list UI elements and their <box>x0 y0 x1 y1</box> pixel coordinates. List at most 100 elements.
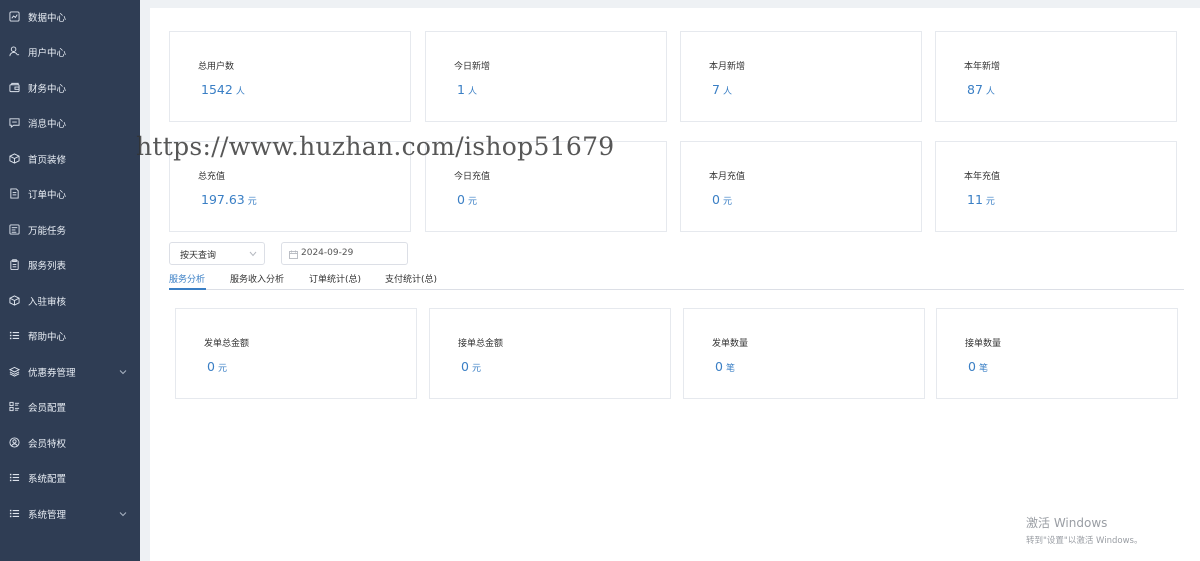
list-icon <box>9 508 20 519</box>
stat-value-group: 0笔 <box>715 356 735 375</box>
stat-title: 本月充值 <box>709 172 746 182</box>
chevron-down-icon[interactable] <box>119 510 127 518</box>
box-icon <box>9 153 20 164</box>
sidebar-item-label: 入驻审核 <box>28 297 67 308</box>
stat-title: 接单总金额 <box>458 339 504 349</box>
tab-payment-statistics[interactable]: 支付统计(总) <box>385 272 437 285</box>
stat-title: 今日新增 <box>454 62 491 72</box>
sidebar-item-label: 用户中心 <box>28 48 67 59</box>
user-icon <box>9 46 20 57</box>
stat-value-group: 7人 <box>712 79 732 98</box>
stat-value: 1 <box>457 82 465 97</box>
grid-list-icon <box>9 401 20 412</box>
sidebar-item-label: 会员特权 <box>28 439 67 450</box>
stat-card-today-recharge: 今日充值 0元 <box>425 141 667 232</box>
analysis-tabs: 服务分析 服务收入分析 订单统计(总) 支付统计(总) <box>169 268 1184 290</box>
stat-unit: 笔 <box>978 364 988 374</box>
stat-card-accepted-amount: 接单总金额 0元 <box>429 308 671 399</box>
stat-value-group: 1人 <box>457 79 477 98</box>
stat-value-group: 197.63 元 <box>201 189 257 208</box>
active-tab-indicator <box>169 288 206 290</box>
stat-card-total-recharge: 总充值 197.63 元 <box>169 141 411 232</box>
layers-icon <box>9 366 20 377</box>
stat-card-posted-count: 发单数量 0笔 <box>683 308 925 399</box>
sidebar-item-help-center[interactable]: 帮助中心 <box>0 321 140 351</box>
date-value: 2024-09-29 <box>301 248 354 258</box>
stat-value-group: 1542 人 <box>201 79 245 98</box>
sidebar-item-user-center[interactable]: 用户中心 <box>0 37 140 67</box>
sidebar-item-message-center[interactable]: 消息中心 <box>0 108 140 138</box>
stat-unit: 人 <box>235 87 245 97</box>
task-icon <box>9 224 20 235</box>
sidebar-item-system-management[interactable]: 系统管理 <box>0 499 140 529</box>
sidebar-item-member-config[interactable]: 会员配置 <box>0 392 140 422</box>
sidebar-item-label: 订单中心 <box>28 190 67 201</box>
stat-title: 今日充值 <box>454 172 491 182</box>
stat-title: 本月新增 <box>709 62 746 72</box>
stat-card-today-new-users: 今日新增 1人 <box>425 31 667 122</box>
stat-title: 本年充值 <box>964 172 1001 182</box>
stat-title: 本年新增 <box>964 62 1001 72</box>
stat-unit: 笔 <box>725 364 735 374</box>
sidebar-item-finance-center[interactable]: 财务中心 <box>0 73 140 103</box>
stat-value-group: 11 元 <box>967 189 995 208</box>
activation-hint: 转到"设置"以激活 Windows。 <box>1026 536 1143 546</box>
sidebar-item-label: 数据中心 <box>28 13 67 24</box>
stat-unit: 人 <box>985 87 995 97</box>
wallet-icon <box>9 82 20 93</box>
sidebar-item-universal-task[interactable]: 万能任务 <box>0 215 140 245</box>
stat-card-accepted-count: 接单数量 0笔 <box>936 308 1178 399</box>
sidebar-item-data-center[interactable]: 数据中心 <box>0 2 140 32</box>
query-mode-value: 按天查询 <box>180 251 217 261</box>
stat-title: 发单数量 <box>712 339 749 349</box>
chevron-down-icon[interactable] <box>119 368 127 376</box>
user-circle-icon <box>9 437 20 448</box>
stat-value: 7 <box>712 82 720 97</box>
stat-value: 1542 <box>201 82 233 97</box>
query-mode-select[interactable]: 按天查询 <box>169 242 265 265</box>
sidebar-item-service-list[interactable]: 服务列表 <box>0 250 140 280</box>
sidebar-item-system-config[interactable]: 系统配置 <box>0 463 140 493</box>
message-icon <box>9 117 20 128</box>
tab-service-analysis[interactable]: 服务分析 <box>169 272 205 285</box>
sidebar-item-onboarding-review[interactable]: 入驻审核 <box>0 286 140 316</box>
sidebar-item-label: 系统管理 <box>28 510 67 521</box>
stat-card-total-users: 总用户数 1542 人 <box>169 31 411 122</box>
stat-unit: 元 <box>247 197 257 207</box>
stat-title: 发单总金额 <box>204 339 250 349</box>
list-icon <box>9 330 20 341</box>
chart-icon <box>9 11 20 22</box>
stat-title: 总用户数 <box>198 62 235 72</box>
stat-unit: 元 <box>471 364 481 374</box>
stat-title: 总充值 <box>198 172 226 182</box>
date-picker[interactable]: 2024-09-29 <box>281 242 408 265</box>
sidebar-item-label: 帮助中心 <box>28 332 67 343</box>
cube-icon <box>9 295 20 306</box>
sidebar-item-order-center[interactable]: 订单中心 <box>0 179 140 209</box>
stat-value: 0 <box>207 359 215 374</box>
stat-card-month-new-users: 本月新增 7人 <box>680 31 922 122</box>
stat-value: 0 <box>715 359 723 374</box>
stat-card-month-recharge: 本月充值 0元 <box>680 141 922 232</box>
stat-card-year-recharge: 本年充值 11 元 <box>935 141 1177 232</box>
calendar-icon <box>289 250 298 259</box>
stat-value: 11 <box>967 192 983 207</box>
sidebar-item-homepage-decoration[interactable]: 首页装修 <box>0 144 140 174</box>
sidebar-item-member-privileges[interactable]: 会员特权 <box>0 428 140 458</box>
stat-value-group: 0元 <box>207 356 227 375</box>
stat-value: 0 <box>461 359 469 374</box>
tab-order-statistics[interactable]: 订单统计(总) <box>309 272 361 285</box>
stat-unit: 元 <box>217 364 227 374</box>
sidebar-item-label: 服务列表 <box>28 261 67 272</box>
windows-activation-notice: 激活 Windows 转到"设置"以激活 Windows。 <box>1026 514 1142 546</box>
clipboard-icon <box>9 259 20 270</box>
stat-unit: 元 <box>722 197 732 207</box>
stat-value-group: 0元 <box>457 189 477 208</box>
sidebar-item-label: 首页装修 <box>28 155 67 166</box>
tab-service-income-analysis[interactable]: 服务收入分析 <box>230 272 284 285</box>
stat-value-group: 0元 <box>712 189 732 208</box>
sidebar-item-coupon-management[interactable]: 优惠券管理 <box>0 357 140 387</box>
sidebar: 数据中心 用户中心 财务中心 消息中心 首页装修 订单中心 万能任务 服务列表 … <box>0 0 140 561</box>
stat-value-group: 87 人 <box>967 79 995 98</box>
stat-title: 接单数量 <box>965 339 1002 349</box>
